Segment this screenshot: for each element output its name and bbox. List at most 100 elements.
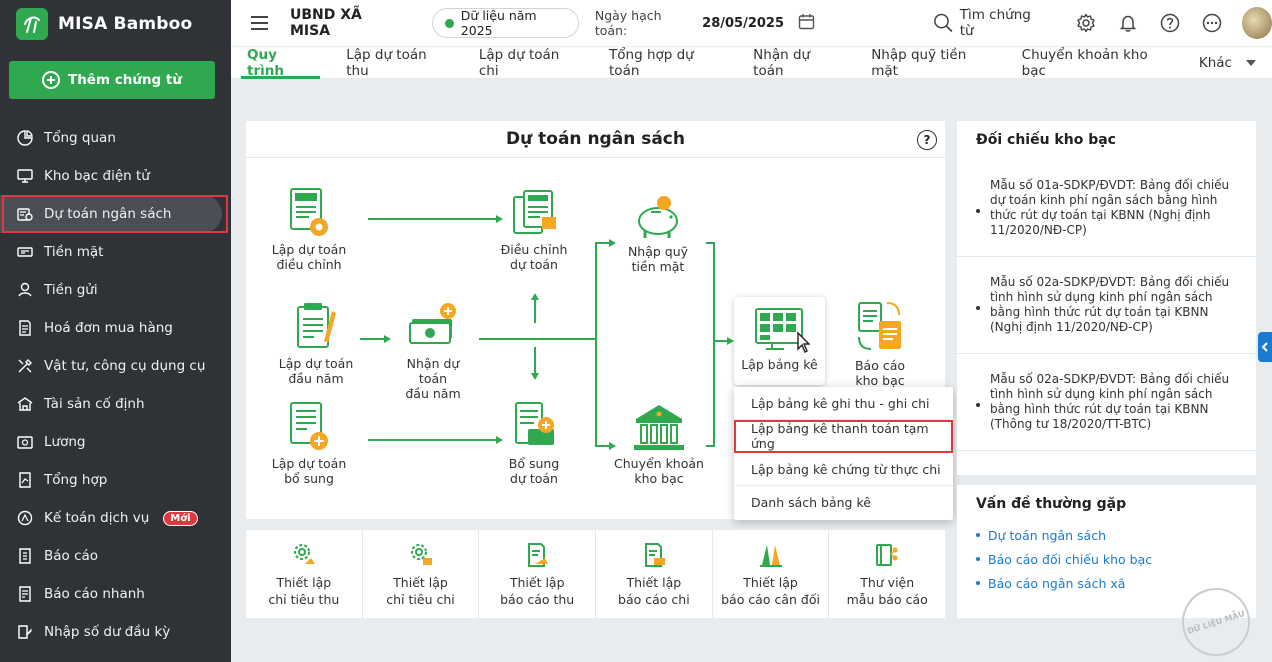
tab-process[interactable]: Quy trình	[231, 47, 330, 79]
help-button[interactable]: ?	[917, 130, 937, 150]
node-estimate-supplement[interactable]: Bổ sung dự toán	[494, 401, 574, 486]
sidebar-item-label: Dự toán ngân sách	[44, 206, 172, 222]
node-label: Lập dự toán bổ sung	[271, 456, 347, 486]
adjustment-document-icon	[513, 190, 556, 234]
data-year-selector[interactable]: Dữ liệu năm 2025	[432, 8, 579, 38]
gear-icon[interactable]	[1076, 13, 1096, 33]
reconciliation-link[interactable]: Mẫu số 02a-SDKP/ĐVDT: Bảng đối chiếu tìn…	[957, 372, 1256, 432]
node-label: Bổ sung dự toán	[508, 456, 560, 486]
avatar[interactable]	[1241, 7, 1272, 39]
node-label: Báo cáo kho bạc	[854, 358, 906, 388]
add-voucher-button[interactable]: Thêm chứng từ	[9, 61, 215, 99]
voucher-search[interactable]: Tìm chứng từ	[933, 7, 1044, 39]
menu-item-actual-expense-listing[interactable]: Lập bảng kê chứng từ thực chi	[734, 453, 953, 486]
menu-item-listing-list[interactable]: Danh sách bảng kê	[734, 486, 953, 519]
arrow-right-icon	[384, 335, 391, 343]
sidebar-item-budget[interactable]: Dự toán ngân sách	[0, 195, 228, 233]
sidebar-item-service-accounting[interactable]: Kế toán dịch vụ Mới	[0, 499, 231, 537]
hamburger-menu-icon[interactable]	[251, 12, 268, 34]
sidebar-item-label: Tiền mặt	[44, 244, 104, 260]
sidebar-item-supplies[interactable]: Vật tư, công cụ dụng cụ	[0, 347, 231, 385]
template-library-icon	[829, 542, 945, 568]
accounting-date-label: Ngày hạch toán:	[594, 8, 662, 38]
asset-icon	[16, 395, 34, 413]
setting-label: Thiết lập báo cáo thu	[500, 575, 575, 607]
sidebar-item-cash[interactable]: Tiền mặt	[0, 233, 231, 271]
node-label: Lập bảng kê	[741, 357, 818, 372]
supplement-document-icon	[515, 402, 554, 445]
node-supplementary-estimate[interactable]: Lập dự toán bổ sung	[269, 401, 349, 486]
sidebar-item-e-treasury[interactable]: Kho bạc điện tử	[0, 157, 231, 195]
watermark-text: DỮ LIỆU MẪU	[1186, 608, 1246, 636]
new-badge: Mới	[163, 510, 198, 526]
tab-cash-receipt[interactable]: Nhập quỹ tiền mặt	[855, 47, 1005, 79]
sidebar-item-purchase-invoice[interactable]: Hoá đơn mua hàng	[0, 309, 231, 347]
faq-link-label: Dự toán ngân sách	[988, 527, 1107, 543]
flow-connector	[368, 218, 496, 220]
node-adjust-estimate[interactable]: Lập dự toán điều chỉnh	[269, 187, 349, 272]
sidebar-item-fixed-assets[interactable]: Tài sản cố định	[0, 385, 231, 423]
calendar-icon[interactable]	[798, 13, 815, 34]
sidebar-item-label: Tổng hợp	[44, 472, 108, 488]
node-receive-annual-estimate[interactable]: Nhận dự toán đầu năm	[392, 301, 474, 401]
menu-item-income-expense-listing[interactable]: Lập bảng kê ghi thu - ghi chi	[734, 387, 953, 420]
help-circle-icon[interactable]	[1160, 13, 1180, 33]
organization-name[interactable]: UBND XÃ MISA	[290, 7, 400, 39]
faq-link[interactable]: Báo cáo đối chiếu kho bạc	[957, 547, 1256, 571]
sidebar-item-salary[interactable]: Lương	[0, 423, 231, 461]
flow-connector	[595, 242, 597, 447]
tab-treasury-transfer[interactable]: Chuyển khoản kho bạc	[1006, 47, 1183, 79]
setting-label: Thư viện mẫu báo cáo	[846, 575, 928, 607]
expense-gear-icon	[363, 542, 479, 568]
setting-balance-report[interactable]: Thiết lập báo cáo cân đối	[713, 530, 830, 618]
tab-receive-estimate[interactable]: Nhận dự toán	[737, 47, 855, 79]
bell-icon[interactable]	[1118, 13, 1138, 33]
tab-expense-estimate[interactable]: Lập dự toán chi	[463, 47, 593, 79]
faq-link[interactable]: Dự toán ngân sách	[957, 523, 1256, 547]
supplementary-document-icon	[290, 402, 328, 450]
tab-other-label: Khác	[1198, 54, 1232, 71]
cash-icon	[16, 243, 34, 261]
tab-other[interactable]: Khác	[1183, 47, 1272, 78]
service-icon	[16, 509, 34, 527]
flow-connector	[706, 445, 714, 447]
node-label: Nhập quỹ tiền mặt	[627, 244, 689, 274]
collapse-panel-button[interactable]	[1258, 332, 1272, 362]
status-dot-icon	[445, 18, 454, 28]
revenue-report-icon	[479, 542, 595, 568]
sidebar-item-quick-report[interactable]: Báo cáo nhanh	[0, 575, 231, 613]
setting-revenue-targets[interactable]: Thiết lập chỉ tiêu thu	[246, 530, 363, 618]
accounting-date-value[interactable]: 28/05/2025	[702, 16, 784, 31]
node-create-listing[interactable]: Lập bảng kê	[734, 297, 825, 385]
menu-item-advance-payment-listing[interactable]: Lập bảng kê thanh toán tạm ứng	[734, 420, 953, 453]
more-icon[interactable]	[1202, 13, 1222, 33]
settings-strip: Thiết lập chỉ tiêu thu Thiết lập chỉ tiê…	[246, 530, 945, 618]
node-treasury-report[interactable]: Báo cáo kho bạc	[840, 299, 920, 388]
sidebar-item-opening-balance[interactable]: Nhập số dư đầu kỳ	[0, 613, 231, 651]
tab-estimate-summary[interactable]: Tổng hợp dự toán	[593, 47, 737, 79]
tab-revenue-estimate[interactable]: Lập dự toán thu	[330, 47, 463, 79]
report-icon	[16, 547, 34, 565]
sidebar-item-deposit[interactable]: Tiền gửi	[0, 271, 231, 309]
arrow-right-icon	[727, 337, 734, 345]
node-cash-receipt[interactable]: Nhập quỹ tiền mặt	[618, 191, 698, 274]
sidebar-item-report[interactable]: Báo cáo	[0, 537, 231, 575]
setting-expense-targets[interactable]: Thiết lập chỉ tiêu chi	[363, 530, 480, 618]
balance-scale-icon	[713, 542, 829, 568]
brand[interactable]: MISA Bamboo	[0, 0, 231, 48]
search-icon	[934, 13, 953, 33]
sidebar-item-overview[interactable]: Tổng quan	[0, 119, 231, 157]
node-label: Nhận dự toán đầu năm	[405, 356, 461, 401]
reconciliation-link[interactable]: Mẫu số 02a-SDKP/ĐVDT: Bảng đối chiếu tìn…	[957, 275, 1256, 335]
setting-report-template-library[interactable]: Thư viện mẫu báo cáo	[829, 530, 945, 618]
node-treasury-transfer[interactable]: Chuyển khoản kho bạc	[614, 403, 704, 486]
data-year-label: Dữ liệu năm 2025	[460, 8, 537, 38]
sidebar-item-label: Vật tư, công cụ dụng cụ	[44, 358, 206, 374]
sidebar-item-summary[interactable]: Tổng hợp	[0, 461, 231, 499]
setting-revenue-report[interactable]: Thiết lập báo cáo thu	[479, 530, 597, 618]
node-estimate-adjustment[interactable]: Điều chỉnh dự toán	[494, 187, 574, 272]
reconciliation-link[interactable]: Mẫu số 01a-SDKP/ĐVDT: Bảng đối chiếu dự …	[957, 178, 1256, 238]
node-annual-estimate[interactable]: Lập dự toán đầu năm	[276, 301, 356, 386]
process-title: Dự toán ngân sách	[246, 121, 945, 158]
setting-expense-report[interactable]: Thiết lập báo cáo chi	[596, 530, 713, 618]
